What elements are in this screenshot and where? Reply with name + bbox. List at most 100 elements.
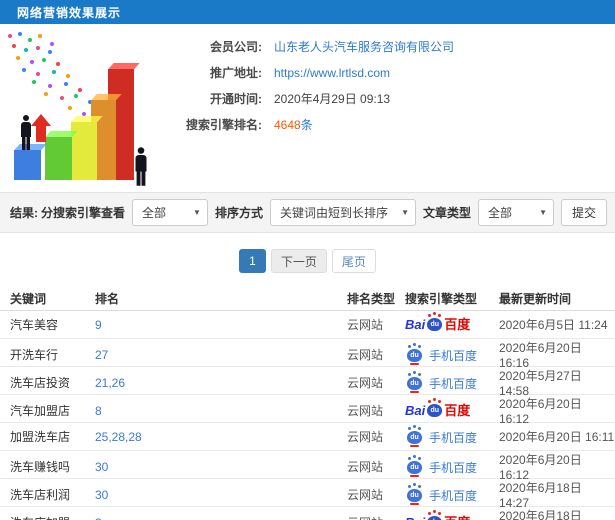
field-engine-rank-count: 搜索引擎排名: 4648 条: [178, 116, 454, 133]
pagination: 1 下一页 尾页: [0, 249, 615, 273]
baidu-logo: Baidu百度: [405, 511, 470, 520]
rank-link[interactable]: 21,26: [95, 376, 347, 390]
pagination-last-button[interactable]: 尾页: [331, 249, 376, 273]
updated-time-cell: 2020年6月20日 16:12: [499, 453, 582, 482]
company-info-fields: 会员公司: 山东老人头汽车服务咨询有限公司 推广地址: https://www.…: [178, 24, 454, 192]
col-header-rank-type: 排名类型: [347, 292, 396, 306]
keyword-ranking-table: 关键词 排名 排名类型 搜索引擎类型 最新更新时间 汽车美容 9 云网站 Bai…: [0, 287, 615, 520]
keyword-cell: 汽车美容: [10, 318, 59, 332]
engine-type-cell: du 手机百度: [405, 372, 499, 393]
article-type-select[interactable]: 全部 ▼: [478, 199, 554, 226]
mobile-baidu-logo: du 手机百度: [405, 484, 477, 505]
engine-rank-unit: 条: [300, 118, 313, 132]
col-header-updated: 最新更新时间: [499, 292, 572, 306]
keyword-cell: 开洗车行: [10, 348, 59, 362]
col-header-rank: 排名: [95, 292, 120, 306]
page-title: 网络营销效果展示: [17, 5, 122, 20]
title-bar: 网络营销效果展示: [0, 0, 615, 24]
businessman-figure-left: [21, 115, 31, 150]
baidu-paw-icon: du: [407, 456, 422, 477]
member-company-link[interactable]: 山东老人头汽车服务咨询有限公司: [274, 38, 454, 55]
rank-type-cell: 云网站: [347, 318, 384, 332]
field-promo-url: 推广地址: https://www.lrtlsd.com: [178, 64, 454, 81]
updated-time-cell: 2020年6月20日 16:12: [499, 397, 582, 426]
rank-type-cell: 云网站: [347, 514, 405, 520]
table-row: 汽车加盟店 8 云网站 Bai du 百度 2020年6月20日 16:12: [0, 395, 615, 426]
chart-bar-green: [45, 137, 72, 180]
mobile-baidu-logo: du 手机百度: [405, 344, 477, 365]
table-row: 汽车美容 9 云网站 Bai du 百度 2020年6月5日 11:24: [0, 311, 615, 339]
rank-link[interactable]: 3: [95, 516, 347, 520]
article-type-label: 文章类型: [422, 206, 471, 220]
table-row: 洗车赚钱吗 30 云网站 du 手机百度 2020年6月20日 16:12: [0, 451, 615, 482]
engine-type-cell: du 手机百度: [405, 426, 499, 447]
keyword-cell: 洗车店利润: [10, 488, 71, 502]
updated-time-cell: 2020年5月27日 14:58: [499, 369, 582, 398]
promo-url-link[interactable]: https://www.lrtlsd.com: [274, 66, 390, 80]
info-section: 会员公司: 山东老人头汽车服务咨询有限公司 推广地址: https://www.…: [0, 24, 615, 192]
baidu-logo: Baidu百度: [405, 313, 471, 332]
updated-time-cell: 2020年6月18日 14:27: [499, 481, 582, 510]
col-header-engine-type: 搜索引擎类型: [405, 292, 478, 306]
engine-type-cell: du 手机百度: [405, 344, 499, 365]
rank-type-cell: 云网站: [347, 430, 384, 444]
baidu-paw-icon: du: [407, 484, 422, 505]
member-company-label: 会员公司:: [210, 40, 262, 54]
updated-time-cell: 2020年6月20日 16:11: [499, 430, 615, 444]
engine-filter-label: 分搜索引擎查看: [40, 206, 125, 220]
keyword-cell: 洗车赚钱吗: [10, 460, 71, 474]
engine-type-cell: Baidu百度: [405, 511, 499, 520]
col-header-keyword: 关键词: [10, 292, 47, 306]
mobile-baidu-logo: du 手机百度: [405, 426, 477, 447]
engine-type-cell: du 手机百度: [405, 456, 499, 477]
baidu-paw-icon: du: [427, 313, 443, 331]
table-row: 开洗车行 27 云网站 du 手机百度 2020年6月20日 16:16: [0, 339, 615, 370]
sort-select[interactable]: 关键词由短到长排序 ▼: [269, 199, 416, 226]
table-row: 洗车店加盟 3 云网站 Baidu百度 2020年6月18日 14:30: [0, 507, 615, 520]
table-row: 洗车店利润 30 云网站 du 手机百度 2020年6月18日 14:27: [0, 479, 615, 510]
mobile-baidu-logo: du 手机百度: [405, 372, 477, 393]
bar-chart-illustration: [0, 24, 178, 192]
confetti-decoration: [8, 34, 12, 38]
open-time-value: 2020年4月29日 09:13: [274, 92, 391, 106]
keyword-cell: 洗车店加盟: [10, 514, 95, 520]
engine-type-cell: du 手机百度: [405, 484, 499, 505]
up-arrow-icon: [31, 114, 51, 142]
rank-type-cell: 云网站: [347, 460, 384, 474]
pagination-page-1[interactable]: 1: [239, 249, 266, 273]
chevron-down-icon: ▼: [193, 208, 201, 217]
pagination-next-button[interactable]: 下一页: [270, 249, 327, 273]
baidu-paw-icon: du: [407, 426, 422, 447]
rank-type-cell: 云网站: [347, 348, 384, 362]
engine-rank-label: 搜索引擎排名:: [186, 118, 262, 132]
table-header-row: 关键词 排名 排名类型 搜索引擎类型 最新更新时间: [0, 287, 615, 311]
baidu-paw-icon: du: [427, 511, 443, 520]
table-row: 加盟洗车店 25,28,28 云网站 du 手机百度 2020年6月20日 16:…: [0, 423, 615, 451]
keyword-cell: 加盟洗车店: [10, 430, 71, 444]
updated-time-cell: 2020年6月5日 11:24: [499, 318, 608, 332]
rank-link[interactable]: 25,28,28: [95, 430, 347, 444]
keyword-cell: 汽车加盟店: [10, 404, 71, 418]
engine-filter-select[interactable]: 全部 ▼: [131, 199, 208, 226]
submit-button[interactable]: 提交: [561, 199, 607, 226]
engine-type-cell: Baidu百度: [405, 399, 499, 418]
promo-url-label: 推广地址:: [210, 66, 262, 80]
engine-rank-count: 4648: [274, 117, 301, 132]
updated-time-cell: 2020年6月20日 16:16: [499, 341, 582, 370]
businessman-figure-right: [135, 147, 147, 186]
rank-type-cell: 云网站: [347, 404, 384, 418]
rank-link[interactable]: 30: [95, 488, 347, 502]
mobile-baidu-logo: du 手机百度: [405, 456, 477, 477]
baidu-paw-icon: du: [407, 344, 422, 365]
rank-link[interactable]: 30: [95, 460, 347, 474]
table-row: 洗车店投资 21,26 云网站 du 手机百度 2020年5月27日 14:58: [0, 367, 615, 398]
chevron-down-icon: ▼: [401, 208, 409, 217]
rank-link[interactable]: 27: [95, 348, 347, 362]
filter-band: 结果: 分搜索引擎查看 全部 ▼ 排序方式 关键词由短到长排序 ▼ 文章类型 全…: [0, 192, 615, 233]
field-open-time: 开通时间: 2020年4月29日 09:13: [178, 90, 454, 107]
field-member-company: 会员公司: 山东老人头汽车服务咨询有限公司: [178, 38, 454, 55]
rank-link[interactable]: 8: [95, 404, 347, 418]
rank-type-cell: 云网站: [347, 376, 384, 390]
table-body: 汽车美容 9 云网站 Bai du 百度 2020年6月5日 11:24 开洗车行 …: [0, 311, 615, 520]
rank-link[interactable]: 9: [95, 318, 347, 332]
